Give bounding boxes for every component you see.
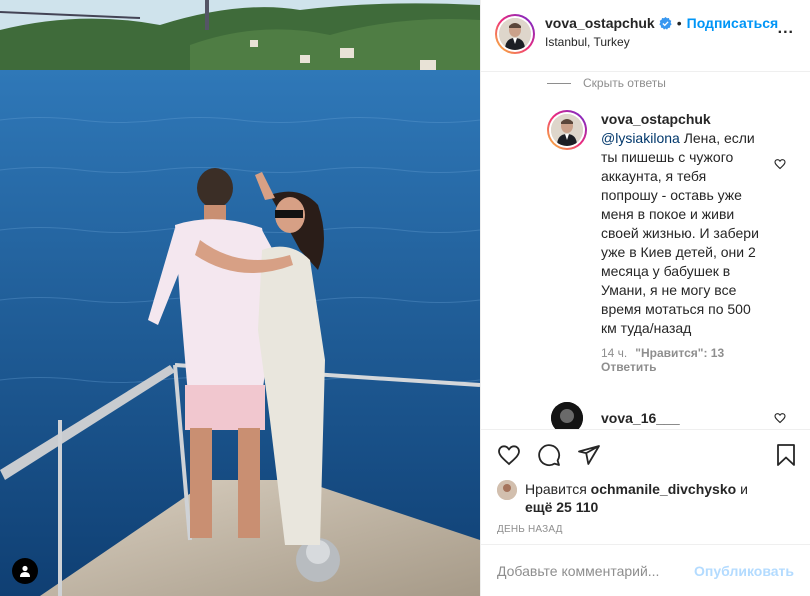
separator-dot: • [676, 15, 682, 31]
hide-replies-label: Скрыть ответы [583, 76, 666, 90]
author-info: vova_ostapchuk • Подписаться Istanbul, T… [545, 15, 778, 49]
reply-answer-button[interactable]: Ответить [601, 360, 761, 374]
tagged-users-button[interactable] [12, 558, 38, 584]
reply-likes[interactable]: "Нравится": 13 [635, 346, 724, 360]
reply-time[interactable]: 14 ч. [601, 346, 627, 360]
publish-button[interactable]: Опубликовать [694, 563, 794, 579]
author-username[interactable]: vova_ostapchuk [545, 15, 655, 31]
post-header: vova_ostapchuk • Подписаться Istanbul, T… [481, 0, 810, 72]
reply-text: Лена, если ты пишешь с чужого аккаунта, … [601, 130, 759, 336]
more-options-button[interactable]: ... [778, 20, 794, 38]
avatar-photo [551, 402, 583, 429]
likes-count[interactable]: ещё 25 110 [525, 499, 598, 515]
reply-text-block: @lysiakilona Лена, если ты пишешь с чужо… [601, 129, 761, 338]
reply-body: vova_ostapchuk @lysiakilona Лена, если т… [601, 110, 761, 374]
post-photo[interactable] [0, 0, 480, 596]
liker-avatar[interactable] [497, 480, 517, 500]
bookmark-icon[interactable] [774, 443, 798, 467]
likes-summary: Нравится ochmanile_divchysko и ещё 25 11… [481, 480, 810, 516]
person-icon [20, 565, 30, 577]
share-paper-plane-icon[interactable] [577, 443, 601, 467]
like-comment-heart-icon[interactable] [774, 412, 786, 424]
next-reply-comment: vova_16___ [551, 402, 680, 429]
reply-username[interactable]: vova_ostapchuk [601, 111, 711, 127]
avatar-photo [551, 114, 583, 146]
post-side-panel: vova_ostapchuk • Подписаться Istanbul, T… [480, 0, 810, 596]
like-heart-icon[interactable] [497, 443, 521, 467]
reply-mention[interactable]: @lysiakilona [601, 130, 680, 146]
reply-author-avatar[interactable] [547, 110, 587, 150]
instagram-post-view: vova_ostapchuk • Подписаться Istanbul, T… [0, 0, 810, 596]
follow-button[interactable]: Подписаться [687, 15, 779, 31]
add-comment-bar: Добавьте комментарий... Опубликовать [481, 544, 810, 596]
avatar-photo [497, 480, 517, 500]
comment-input[interactable]: Добавьте комментарий... [497, 563, 694, 579]
next-reply-avatar[interactable] [551, 402, 583, 429]
post-location[interactable]: Istanbul, Turkey [545, 35, 778, 49]
comments-section: Скрыть ответы vova_ostapchuk @lysiakilon… [481, 72, 810, 430]
post-actions [481, 430, 810, 480]
replies-divider-line [547, 82, 571, 84]
post-date[interactable]: ДЕНЬ НАЗАД [481, 516, 810, 535]
likes-suffix: и [736, 481, 748, 497]
next-reply-username[interactable]: vova_16___ [601, 410, 680, 426]
likes-prefix: Нравится [525, 481, 591, 497]
avatar-photo [499, 18, 531, 50]
reply-meta: 14 ч. "Нравится": 13 Ответить [601, 346, 761, 374]
author-avatar[interactable] [495, 14, 535, 54]
verified-badge-icon [659, 16, 672, 30]
comment-bubble-icon[interactable] [537, 443, 561, 467]
reply-comment: vova_ostapchuk @lysiakilona Лена, если т… [547, 110, 810, 374]
likes-text: Нравится ochmanile_divchysko и ещё 25 11… [525, 480, 748, 516]
hide-replies-button[interactable]: Скрыть ответы [547, 76, 666, 90]
liker-username[interactable]: ochmanile_divchysko [591, 481, 737, 497]
photo-illustration [0, 0, 480, 596]
like-comment-heart-icon[interactable] [774, 158, 786, 170]
